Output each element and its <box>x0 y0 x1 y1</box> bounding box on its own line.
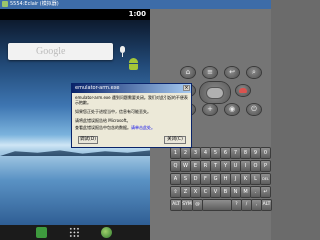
dialog-details-line: 查看此错误报告中包含的数据。请单击此处。 <box>75 125 155 130</box>
key-?[interactable]: ? <box>232 200 241 210</box>
key-ALT[interactable]: ALT <box>262 200 271 210</box>
menu-icon: ≡ <box>207 68 213 76</box>
key-/[interactable]: / <box>242 200 251 210</box>
key-.[interactable]: . <box>251 187 260 197</box>
key-F[interactable]: F <box>201 174 210 184</box>
key-K[interactable]: K <box>241 174 250 184</box>
key-B[interactable]: B <box>221 187 230 197</box>
status-icons <box>102 11 128 26</box>
search-icon: ⌕ <box>252 68 256 76</box>
key-T[interactable]: T <box>211 161 220 171</box>
voice-search-icon[interactable] <box>118 46 127 58</box>
dialog-message-line: 如果您正处于进程当中，信息有可能丢失。 <box>75 109 151 114</box>
key-4[interactable]: 4 <box>201 148 210 158</box>
end-call-button[interactable] <box>236 85 250 96</box>
status-bar[interactable]: 1:00 <box>0 9 150 26</box>
close-button[interactable]: 关闭(C) <box>164 136 186 144</box>
search-button[interactable]: ⌕ <box>247 67 261 78</box>
error-dialog: emulator-arm.exe × emulator-arm.exe 遇到问题… <box>71 83 192 148</box>
key-S[interactable]: S <box>181 174 190 184</box>
key-3[interactable]: 3 <box>191 148 200 158</box>
key-A[interactable]: A <box>171 174 180 184</box>
window-titlebar: 5554:Eclair (模拟器) <box>0 0 271 9</box>
dialog-message-line: 示抱歉。 <box>75 100 91 105</box>
key-R[interactable]: R <box>201 161 210 171</box>
key-ALT[interactable]: ALT <box>171 200 181 210</box>
volume-up-button[interactable]: + <box>203 104 217 115</box>
dialog-title: emulator-arm.exe <box>75 85 120 91</box>
dpad-center-button[interactable] <box>207 88 223 98</box>
dialog-details-link[interactable]: 请单击此处。 <box>131 125 155 130</box>
key-Q[interactable]: Q <box>171 161 180 171</box>
key-9[interactable]: 9 <box>251 148 260 158</box>
key-I[interactable]: I <box>241 161 250 171</box>
key-0[interactable]: 0 <box>261 148 270 158</box>
key-D[interactable]: D <box>191 174 200 184</box>
menu-button[interactable]: ≡ <box>203 67 217 78</box>
browser-icon[interactable] <box>101 227 112 238</box>
status-clock: 1:00 <box>128 10 146 18</box>
key-8[interactable]: 8 <box>241 148 250 158</box>
key-⇧[interactable]: ⇧ <box>171 187 180 197</box>
key-X[interactable]: X <box>191 187 200 197</box>
dialog-message-line: emulator-arm.exe 遇到问题需要关闭。我们对此引起的不便表 <box>75 95 188 100</box>
plus-icon: + <box>207 105 213 113</box>
camera-icon: ◉ <box>228 105 236 113</box>
google-logo: Google <box>36 46 66 57</box>
key-5[interactable]: 5 <box>211 148 220 158</box>
key-N[interactable]: N <box>231 187 240 197</box>
wallpaper-islands <box>0 150 150 156</box>
key-J[interactable]: J <box>231 174 240 184</box>
android-app-icon <box>2 1 8 7</box>
key-C[interactable]: C <box>201 187 210 197</box>
key-6[interactable]: 6 <box>221 148 230 158</box>
back-button[interactable]: ↩ <box>225 67 239 78</box>
home-button[interactable]: ⌂ <box>181 67 195 78</box>
key-@[interactable]: @ <box>193 200 202 210</box>
camera-button[interactable]: ◉ <box>225 104 239 115</box>
key-L[interactable]: L <box>251 174 260 184</box>
all-apps-icon[interactable] <box>69 227 80 238</box>
key-O[interactable]: O <box>251 161 260 171</box>
dialog-details-text: 查看此错误报告中包含的数据。 <box>75 125 131 130</box>
key-7[interactable]: 7 <box>231 148 240 158</box>
back-icon: ↩ <box>229 68 235 76</box>
key-1[interactable]: 1 <box>171 148 180 158</box>
emulator-keyboard: 1 2 3 4 5 6 7 8 9 0 Q W E R T Y U I O P A S D F G H J K L DEL ⇧ Z X C V B N M… <box>170 146 271 240</box>
key-SYM[interactable]: SYM <box>182 200 192 210</box>
power-icon: ⏻ <box>251 105 257 113</box>
key-,[interactable]: , <box>252 200 261 210</box>
power-button[interactable]: ⏻ <box>247 104 261 115</box>
key-Y[interactable]: Y <box>221 161 230 171</box>
home-icon: ⌂ <box>185 68 191 76</box>
key-H[interactable]: H <box>221 174 230 184</box>
google-search-widget[interactable]: Google <box>8 43 113 60</box>
key-↵[interactable]: ↵ <box>261 187 270 197</box>
debug-button[interactable]: 调试(D) <box>78 136 98 144</box>
dialog-close-icon[interactable]: × <box>183 85 190 91</box>
home-dock <box>0 225 150 240</box>
key-U[interactable]: U <box>231 161 240 171</box>
key-M[interactable]: M <box>241 187 250 197</box>
end-call-icon <box>239 88 247 93</box>
android-market-icon[interactable] <box>128 58 139 70</box>
key-W[interactable]: W <box>181 161 190 171</box>
dialog-message-line: 请将此错误报告给 Microsoft。 <box>75 118 131 123</box>
key-DEL[interactable]: DEL <box>261 174 270 184</box>
key-E[interactable]: E <box>191 161 200 171</box>
phone-icon[interactable] <box>36 227 47 238</box>
window-title: 5554:Eclair (模拟器) <box>10 1 59 7</box>
key-G[interactable]: G <box>211 174 220 184</box>
key-Z[interactable]: Z <box>181 187 190 197</box>
key-V[interactable]: V <box>211 187 220 197</box>
dialog-titlebar: emulator-arm.exe × <box>72 84 191 93</box>
key-space[interactable] <box>203 200 231 210</box>
key-P[interactable]: P <box>261 161 270 171</box>
key-2[interactable]: 2 <box>181 148 190 158</box>
